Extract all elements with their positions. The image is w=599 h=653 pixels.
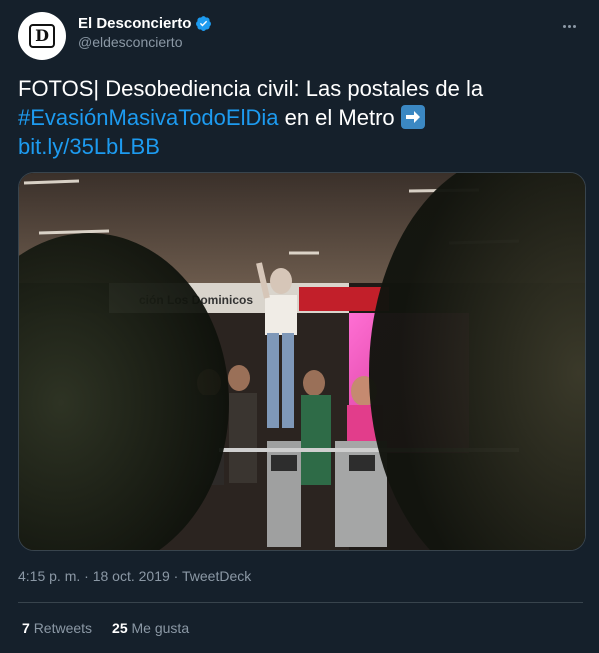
handle[interactable]: @eldesconcierto (78, 34, 212, 50)
tweet-text: FOTOS| Desobediencia civil: Las postales… (18, 74, 578, 161)
author-names: El Desconcierto @eldesconcierto (78, 15, 212, 50)
tweet-photo[interactable]: ción Los Dominicos (18, 172, 586, 551)
avatar[interactable]: D (18, 12, 66, 60)
tweet-text-part1: FOTOS| Desobediencia civil: Las postales… (18, 76, 484, 101)
likes-count: 25 (112, 620, 128, 636)
tweet-time[interactable]: 4:15 p. m. (18, 568, 80, 584)
display-name-row[interactable]: El Desconcierto (78, 15, 212, 32)
meta-separator: · (169, 568, 182, 584)
tweet-source[interactable]: TweetDeck (182, 568, 251, 584)
retweets-stat[interactable]: 7 Retweets (22, 620, 92, 636)
tweet: D El Desconcierto @eldesconcierto FOTOS|… (0, 0, 599, 653)
url-link[interactable]: bit.ly/35LbLBB (18, 134, 160, 159)
tweet-header: D El Desconcierto @eldesconcierto (18, 10, 585, 60)
logo-icon: D (29, 24, 55, 48)
verified-badge-icon (196, 16, 212, 31)
likes-stat[interactable]: 25 Me gusta (112, 620, 189, 636)
tweet-meta: 4:15 p. m. · 18 oct. 2019 · TweetDeck (18, 568, 251, 584)
display-name[interactable]: El Desconcierto (78, 15, 191, 32)
photo-scene: ción Los Dominicos (19, 173, 585, 550)
right-arrow-emoji-icon (400, 105, 425, 129)
tweet-date[interactable]: 18 oct. 2019 (93, 568, 170, 584)
hashtag-link[interactable]: #EvasiónMasivaTodoElDia (18, 105, 278, 130)
retweets-count: 7 (22, 620, 30, 636)
divider (18, 602, 583, 603)
likes-label: Me gusta (131, 620, 190, 636)
tweet-text-part2: en el Metro (278, 105, 401, 130)
meta-separator: · (80, 568, 93, 584)
retweets-label: Retweets (33, 620, 93, 636)
tweet-stats: 7 Retweets 25 Me gusta (22, 620, 189, 636)
more-options-icon[interactable] (557, 14, 581, 38)
